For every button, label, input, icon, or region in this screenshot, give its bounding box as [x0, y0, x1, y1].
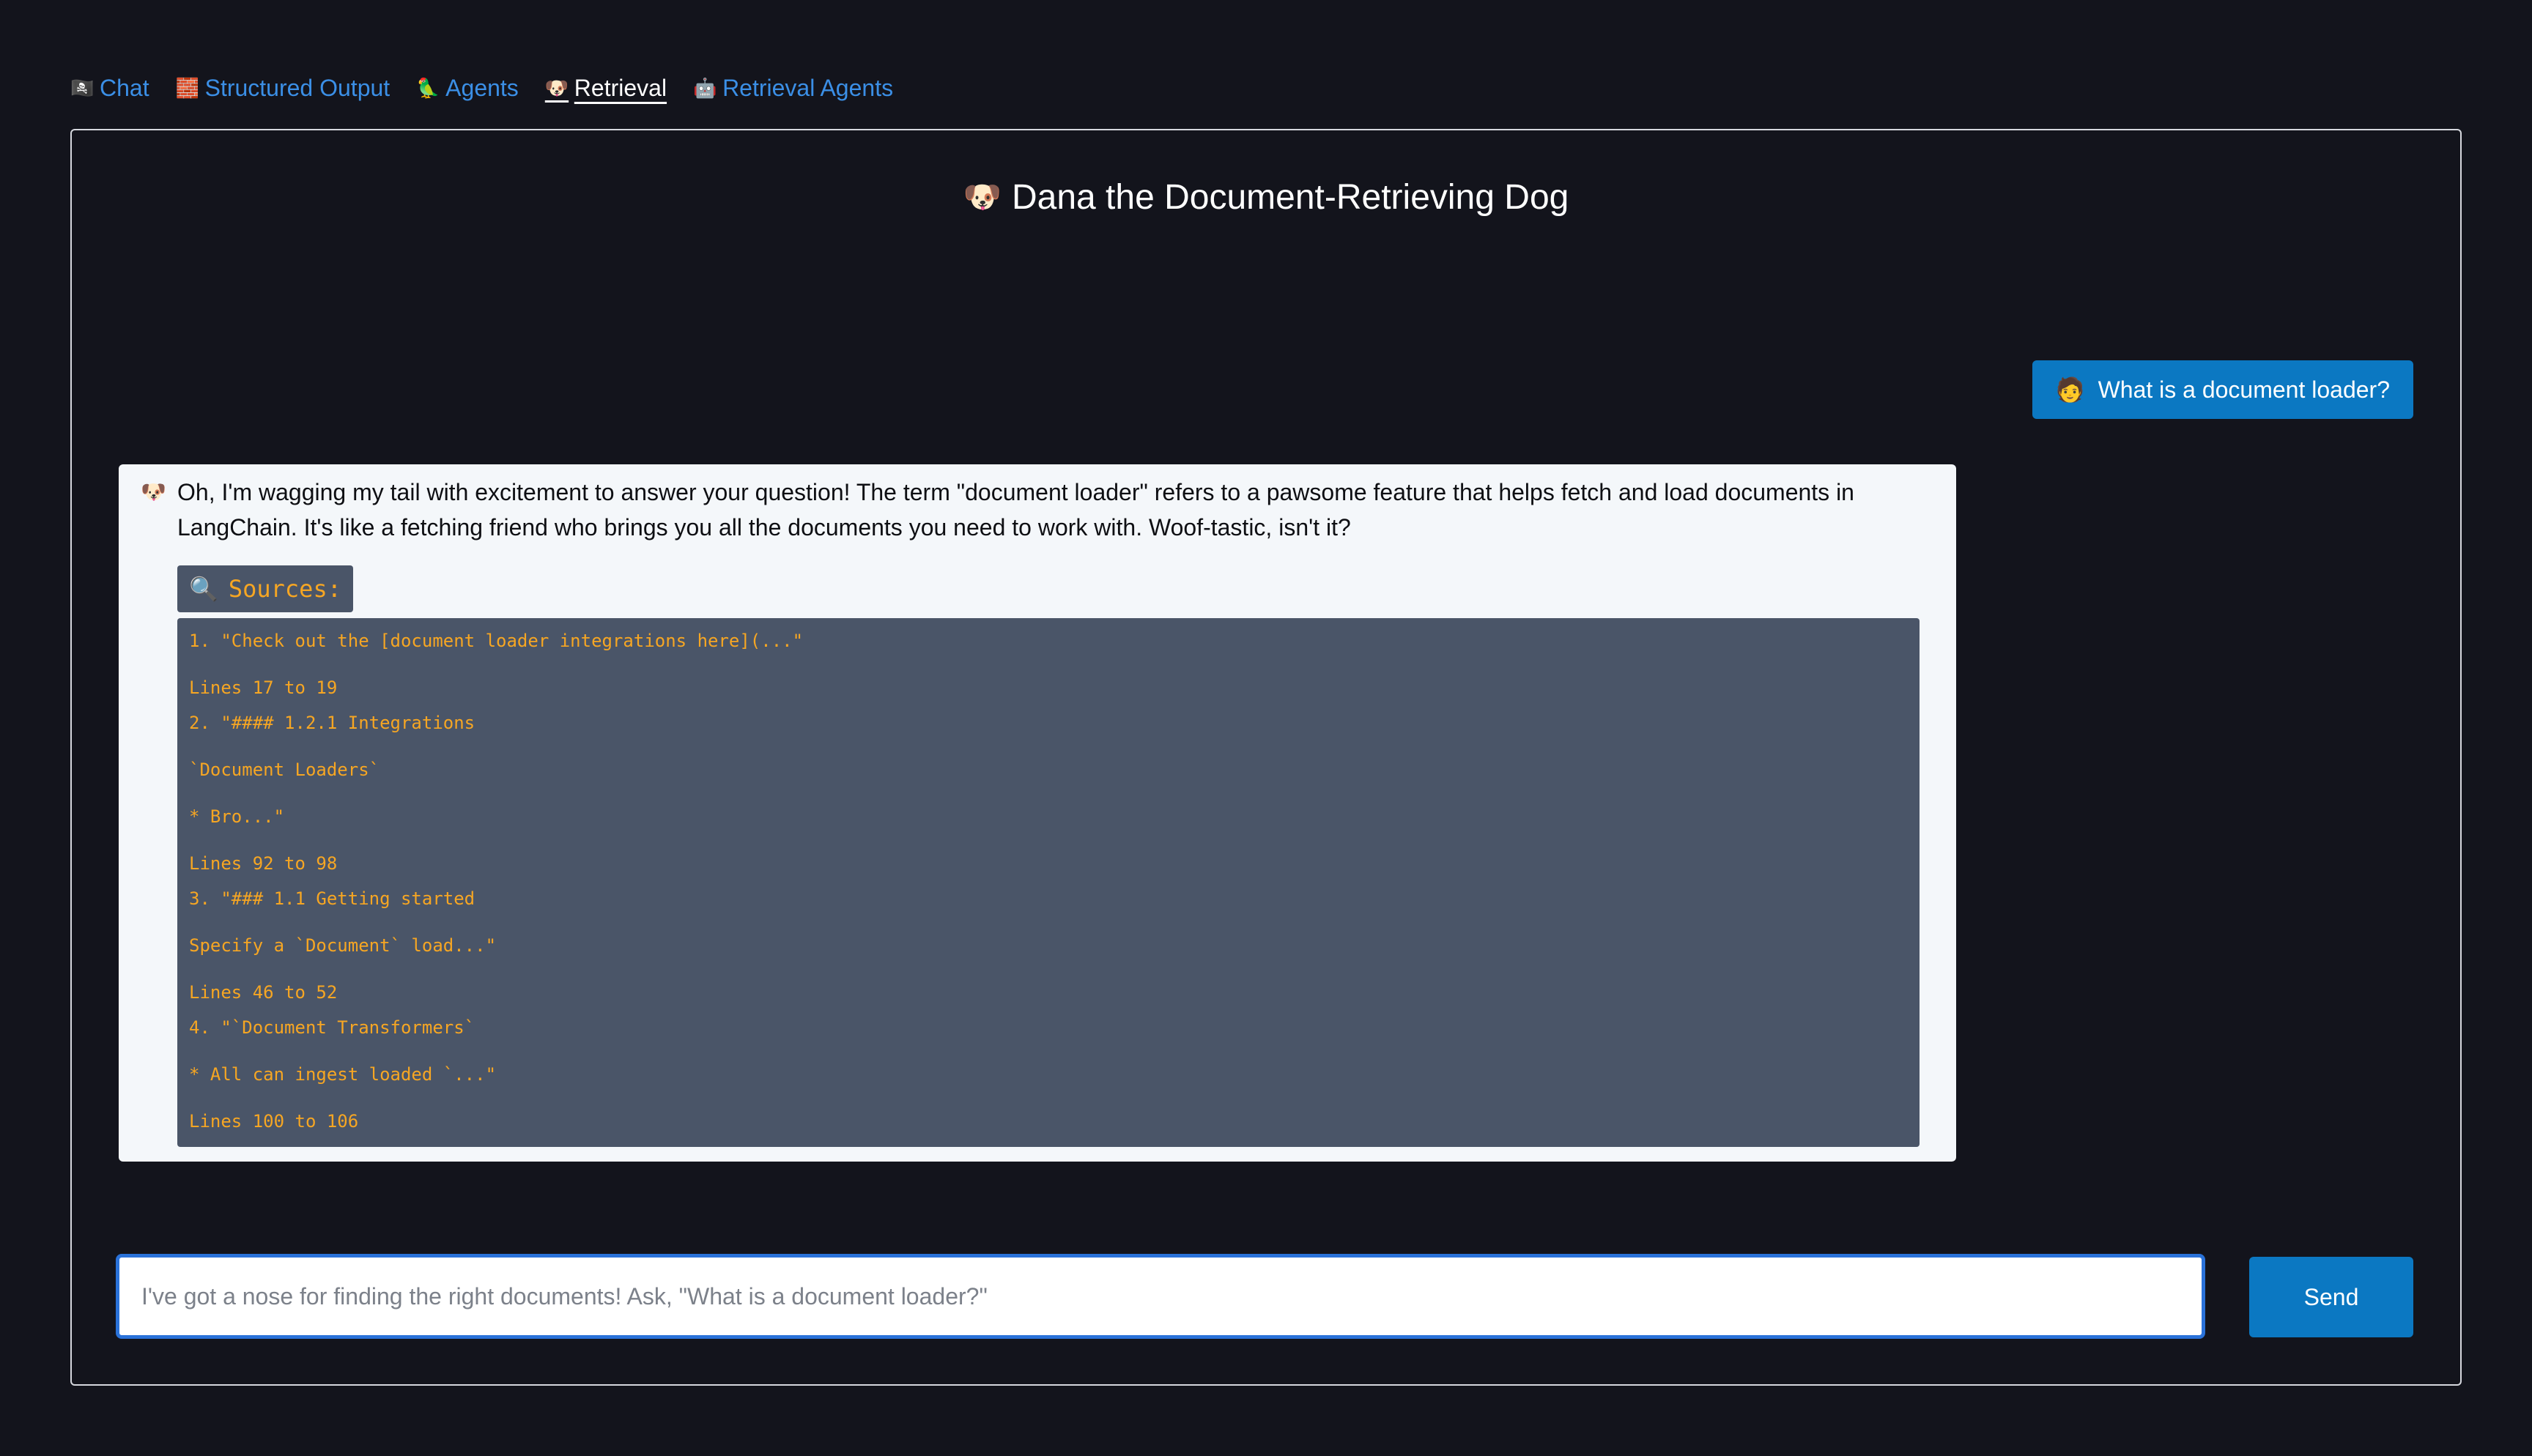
source-line-range: Lines 92 to 98	[189, 853, 338, 874]
user-avatar-icon: 🧑	[2055, 376, 2085, 403]
nav-link-retrieval-agents[interactable]: 🤖 Retrieval Agents	[693, 75, 893, 102]
magnifier-icon: 🔍	[189, 575, 218, 603]
source-snippet: 2. "#### 1.2.1 Integrations	[189, 713, 475, 733]
assistant-message-text: Oh, I'm wagging my tail with excitement …	[177, 479, 1854, 541]
source-line-range: Lines 17 to 19	[189, 677, 338, 698]
nav-link-label: Retrieval Agents	[722, 74, 894, 101]
dog-icon: 🐶	[544, 77, 569, 99]
top-nav: 🏴‍☠️ Chat 🧱 Structured Output 🦜 Agents 🐶…	[70, 70, 893, 105]
nav-link-label: Chat	[100, 74, 149, 101]
dog-avatar-icon: 🐶	[141, 480, 166, 503]
source-snippet: * Bro..."	[189, 806, 285, 827]
source-snippet: `Document Loaders`	[189, 759, 380, 780]
robot-icon: 🤖	[693, 77, 717, 99]
nav-link-agents[interactable]: 🦜 Agents	[416, 75, 519, 102]
assistant-message: 🐶 Oh, I'm wagging my tail with excitemen…	[119, 464, 1956, 1162]
source-line-range: Lines 46 to 52	[189, 982, 338, 1003]
source-snippet: 3. "### 1.1 Getting started	[189, 888, 475, 909]
nav-link-label: Structured Output	[204, 74, 390, 101]
nav-link-structured-output[interactable]: 🧱 Structured Output	[176, 75, 390, 102]
sources-label-text: Sources:	[228, 575, 341, 603]
dog-icon: 🐶	[963, 179, 1002, 214]
source-line-range: Lines 100 to 106	[189, 1111, 359, 1132]
source-snippet: * All can ingest loaded `..."	[189, 1064, 497, 1085]
send-button[interactable]: Send	[2249, 1257, 2413, 1337]
user-message: 🧑 What is a document loader?	[2032, 360, 2413, 419]
sources-list: 1. "Check out the [document loader integ…	[177, 618, 1920, 1147]
sources-label: 🔍 Sources:	[177, 565, 353, 612]
source-snippet: 4. "`Document Transformers`	[189, 1017, 475, 1038]
nav-link-chat[interactable]: 🏴‍☠️ Chat	[70, 75, 149, 102]
source-snippet: Specify a `Document` load..."	[189, 935, 497, 956]
page-title-text: Dana the Document-Retrieving Dog	[1011, 178, 1569, 217]
user-message-text: What is a document loader?	[2098, 376, 2390, 403]
nav-link-label: Agents	[445, 74, 519, 101]
nav-link-label: Retrieval	[574, 74, 667, 101]
chat-panel: 🐶 Dana the Document-Retrieving Dog 🧑 Wha…	[70, 129, 2462, 1386]
nav-link-retrieval[interactable]: 🐶 Retrieval	[545, 75, 667, 102]
parrot-icon: 🦜	[416, 77, 440, 99]
message-input[interactable]	[116, 1254, 2205, 1339]
bricks-icon: 🧱	[175, 77, 199, 99]
source-snippet: 1. "Check out the [document loader integ…	[189, 631, 804, 651]
page-title: 🐶 Dana the Document-Retrieving Dog	[72, 177, 2460, 218]
pirate-flag-icon: 🏴‍☠️	[70, 77, 95, 99]
